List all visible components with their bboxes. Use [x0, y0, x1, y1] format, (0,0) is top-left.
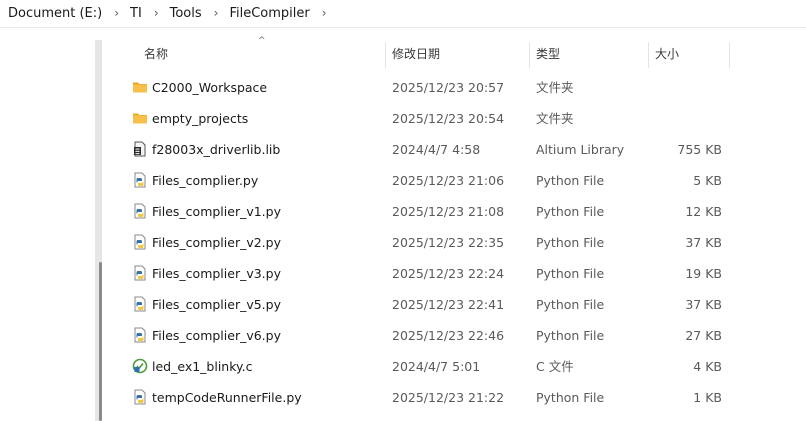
file-date-modified: 2025/12/23 22:46	[392, 328, 505, 343]
breadcrumb: Document (E:) › TI › Tools › FileCompile…	[0, 0, 806, 26]
column-resize-handle[interactable]	[729, 42, 730, 68]
sort-ascending-icon: ^	[258, 36, 266, 46]
file-type: C 文件	[536, 359, 574, 374]
file-row[interactable]: Files_complier.py 2025/12/23 21:06 Python …	[102, 165, 802, 196]
column-resize-handle[interactable]	[648, 42, 649, 68]
python-file-icon	[132, 327, 148, 343]
file-row[interactable]: empty_projects 2025/12/23 20:54 文件夹	[102, 103, 802, 134]
folder-icon	[132, 79, 148, 95]
file-type: Python File	[536, 390, 605, 405]
file-size: 27 KB	[685, 328, 722, 343]
file-name: f28003x_driverlib.lib	[152, 142, 281, 157]
file-list: C2000_Workspace 2025/12/23 20:57 文件夹 empty_…	[102, 72, 802, 413]
file-type: Python File	[536, 235, 605, 250]
file-name: Files_complier_v6.py	[152, 328, 281, 343]
file-name: Files_complier_v3.py	[152, 266, 281, 281]
chevron-right-icon[interactable]: ›	[114, 6, 119, 20]
file-row[interactable]: C2000_Workspace 2025/12/23 20:57 文件夹	[102, 72, 802, 103]
file-name: Files_complier_v5.py	[152, 297, 281, 312]
python-file-icon	[132, 172, 148, 188]
file-size: 37 KB	[685, 297, 722, 312]
file-name: C2000_Workspace	[152, 80, 268, 95]
file-type: Python File	[536, 204, 605, 219]
file-row[interactable]: Files_complier_v6.py 2025/12/23 22:46 Pyth…	[102, 320, 802, 351]
file-date-modified: 2025/12/23 21:08	[392, 204, 505, 219]
file-date-modified: 2025/12/23 21:22	[392, 390, 505, 405]
file-row[interactable]: tempCodeRunnerFile.py 2025/12/23 21:22 Pyt…	[102, 382, 802, 413]
file-row[interactable]: led_ex1_blinky.c 2024/4/7 5:01 C 文件 4 KB	[102, 351, 802, 382]
file-type: 文件夹	[536, 80, 574, 95]
chevron-right-icon[interactable]: ›	[322, 6, 327, 20]
file-size: 37 KB	[685, 235, 722, 250]
file-row[interactable]: Files_complier_v5.py 2025/12/23 22:41 Pyth…	[102, 289, 802, 320]
file-size: 12 KB	[685, 204, 722, 219]
python-file-icon	[132, 265, 148, 281]
file-date-modified: 2025/12/23 21:06	[392, 173, 505, 188]
file-date-modified: 2024/4/7 5:01	[392, 359, 481, 374]
file-name: Files_complier_v1.py	[152, 204, 281, 219]
column-header-date[interactable]: 修改日期	[392, 40, 440, 69]
chevron-right-icon[interactable]: ›	[214, 6, 219, 20]
column-resize-handle[interactable]	[529, 42, 530, 68]
c-file-icon	[132, 358, 148, 374]
chevron-right-icon[interactable]: ›	[154, 6, 159, 20]
column-resize-handle[interactable]	[385, 42, 386, 68]
file-row[interactable]: Files_complier_v1.py 2025/12/23 21:08 Pyth…	[102, 196, 802, 227]
file-type: Python File	[536, 266, 605, 281]
file-name: Files_complier.py	[152, 173, 259, 188]
file-size: 4 KB	[693, 359, 722, 374]
folder-icon	[132, 110, 148, 126]
file-size	[642, 72, 722, 103]
file-row[interactable]: Files_complier_v3.py 2025/12/23 22:24 Pyth…	[102, 258, 802, 289]
file-type: Python File	[536, 328, 605, 343]
file-type: Python File	[536, 173, 605, 188]
file-size	[642, 103, 722, 134]
column-header-row: ^ 名称 修改日期 类型 大小	[102, 36, 802, 69]
file-date-modified: 2025/12/23 20:54	[392, 111, 505, 126]
file-name: Files_complier_v2.py	[152, 235, 281, 250]
file-date-modified: 2025/12/23 22:35	[392, 235, 505, 250]
file-row[interactable]: Files_complier_v2.py 2025/12/23 22:35 Pyth…	[102, 227, 802, 258]
file-size: 5 KB	[693, 173, 722, 188]
column-header-type[interactable]: 类型	[536, 40, 560, 69]
library-file-icon	[132, 141, 148, 157]
file-name: led_ex1_blinky.c	[152, 359, 253, 374]
python-file-icon	[132, 296, 148, 312]
column-header-name[interactable]: 名称	[144, 40, 168, 69]
file-date-modified: 2024/4/7 4:58	[392, 142, 481, 157]
file-size: 19 KB	[685, 266, 722, 281]
file-row[interactable]: f28003x_driverlib.lib 2024/4/7 4:58 Altium…	[102, 134, 802, 165]
python-file-icon	[132, 389, 148, 405]
file-name: tempCodeRunnerFile.py	[152, 390, 302, 405]
file-date-modified: 2025/12/23 22:41	[392, 297, 505, 312]
file-size: 1 KB	[693, 390, 722, 405]
file-type: Python File	[536, 297, 605, 312]
file-date-modified: 2025/12/23 22:24	[392, 266, 505, 281]
breadcrumb-item-tools[interactable]: Tools	[170, 6, 202, 21]
file-type: Altium Library	[536, 142, 625, 157]
breadcrumb-item-drive[interactable]: Document (E:)	[8, 6, 102, 21]
column-header-size[interactable]: 大小	[655, 40, 679, 69]
file-date-modified: 2025/12/23 20:57	[392, 80, 505, 95]
breadcrumb-item-filecompiler[interactable]: FileCompiler	[229, 6, 309, 21]
python-file-icon	[132, 203, 148, 219]
breadcrumb-item-ti[interactable]: TI	[130, 6, 142, 21]
toolbar-divider	[0, 27, 806, 28]
file-type: 文件夹	[536, 111, 574, 126]
file-size: 755 KB	[677, 142, 722, 157]
file-name: empty_projects	[152, 111, 249, 126]
python-file-icon	[132, 234, 148, 250]
